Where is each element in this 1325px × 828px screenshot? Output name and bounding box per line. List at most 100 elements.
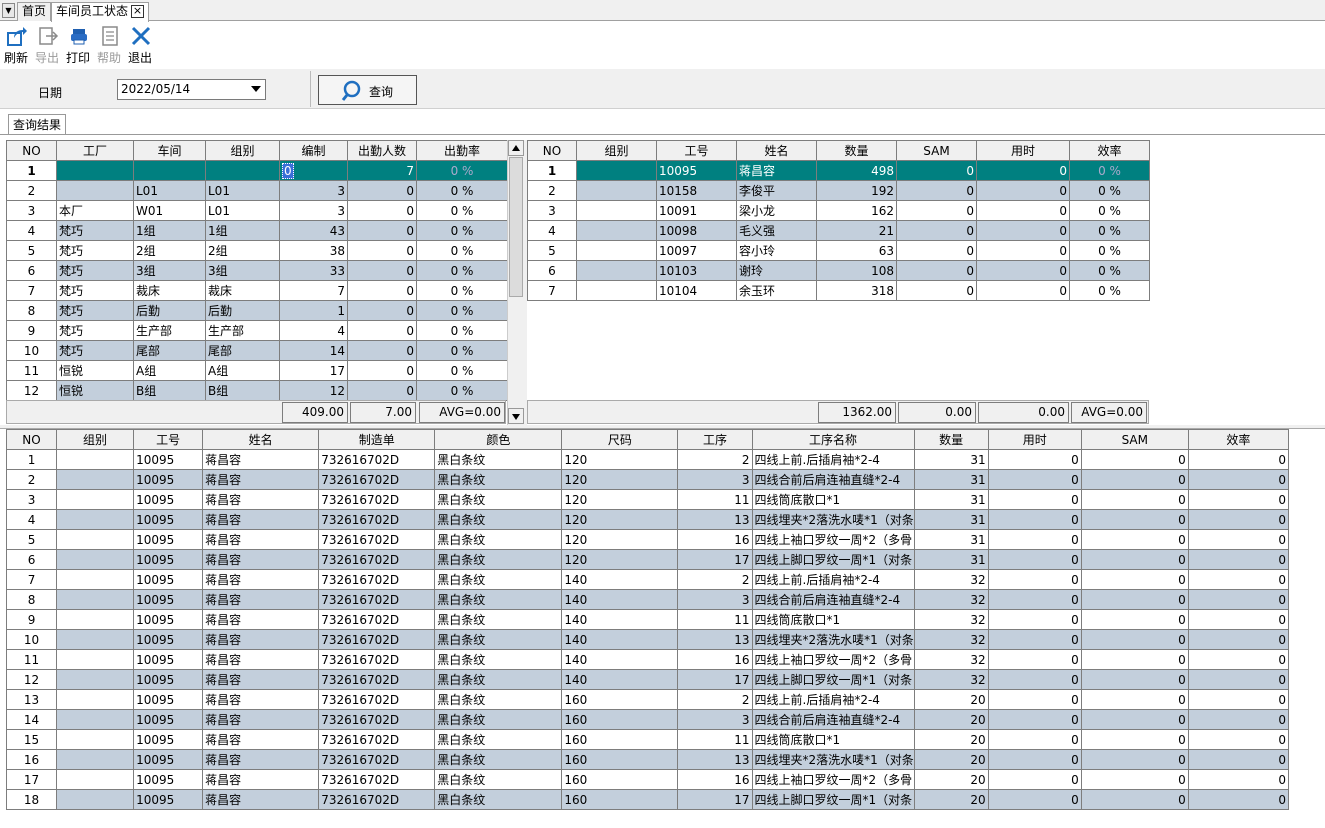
table-cell[interactable]: 恒锐 [56, 360, 134, 381]
column-header[interactable]: 编制 [279, 140, 348, 161]
table-cell[interactable]: 0 [976, 200, 1070, 221]
table-cell[interactable]: 0 [1080, 709, 1189, 730]
table-cell[interactable]: 0 % [416, 340, 508, 361]
table-cell[interactable]: 四线合前后肩连袖直缝*2-4 [751, 589, 915, 610]
table-cell[interactable]: 3 [279, 200, 348, 221]
table-cell[interactable] [56, 469, 135, 490]
table-cell[interactable]: 0 [987, 749, 1082, 770]
table-cell[interactable]: 732616702D [318, 749, 436, 770]
tab-home[interactable]: 首页 [17, 2, 52, 21]
row-number-cell[interactable]: 8 [6, 300, 57, 321]
tab-list-dropdown-icon[interactable]: ▼ [2, 3, 15, 18]
table-cell[interactable]: 10095 [133, 749, 204, 770]
table-cell[interactable]: 后勤 [133, 300, 206, 321]
table-cell[interactable]: 四线埋夹*2落洗水唛*1（对条 [751, 749, 915, 770]
row-number-cell[interactable]: 9 [5, 609, 58, 630]
row-number-cell[interactable]: 10 [5, 629, 58, 650]
table-cell[interactable]: 120 [561, 469, 679, 490]
table-cell[interactable]: 蒋昌容 [202, 729, 320, 750]
table-cell[interactable]: 0 [347, 300, 417, 321]
table-cell[interactable]: 0 % [416, 240, 508, 261]
table-cell[interactable]: 蒋昌容 [202, 769, 320, 790]
table-cell[interactable]: 裁床 [205, 280, 280, 301]
table-cell[interactable]: 0 % [1069, 280, 1150, 301]
table-cell[interactable]: 0 [1187, 589, 1290, 610]
table-cell[interactable]: 120 [561, 529, 679, 550]
row-number-cell[interactable]: 18 [5, 789, 58, 810]
column-header[interactable]: NO [527, 140, 577, 161]
row-number-cell[interactable]: 3 [527, 200, 577, 221]
row-number-cell[interactable]: 3 [6, 200, 57, 221]
table-cell[interactable]: 43 [279, 220, 348, 241]
table-cell[interactable]: 13 [677, 509, 753, 530]
table-cell[interactable]: 梵巧 [56, 220, 134, 241]
table-cell[interactable] [133, 160, 206, 181]
table-cell[interactable]: 32 [913, 609, 989, 630]
table-cell[interactable]: 0 [1187, 609, 1290, 630]
table-row[interactable]: 4 10095 蒋昌容 732616702D 黑白条纹 120 13 四线埋夹*2落洗水唛*1… [5, 509, 1290, 530]
table-cell[interactable]: 2 [677, 449, 753, 470]
table-cell[interactable] [56, 449, 135, 470]
tab-query-results[interactable]: 查询结果 [8, 114, 67, 135]
table-cell[interactable]: 10095 [133, 609, 204, 630]
table-cell[interactable]: 16 [677, 769, 753, 790]
table-cell[interactable]: 0 [1080, 749, 1189, 770]
table-cell[interactable]: 732616702D [318, 729, 436, 750]
table-cell[interactable]: 16 [677, 649, 753, 670]
table-cell[interactable]: 0 [1187, 649, 1290, 670]
column-header[interactable]: 工号 [133, 429, 204, 450]
table-cell[interactable]: 10095 [133, 549, 204, 570]
table-cell[interactable]: 2 [677, 689, 753, 710]
table-cell[interactable]: 32 [913, 629, 989, 650]
table-cell[interactable]: 0 % [416, 200, 508, 221]
table-cell[interactable]: 16 [677, 529, 753, 550]
table-cell[interactable] [56, 689, 135, 710]
table-cell[interactable]: 四线合前后肩连袖直缝*2-4 [751, 709, 915, 730]
table-cell[interactable]: 3 [677, 709, 753, 730]
table-cell[interactable]: 192 [816, 180, 897, 201]
column-header[interactable]: NO [5, 429, 58, 450]
table-cell[interactable]: 梵巧 [56, 240, 134, 261]
row-number-cell[interactable]: 3 [5, 489, 58, 510]
table-row[interactable]: 1 10095 蒋昌容 498 0 0 0 % [527, 160, 1150, 181]
table-cell[interactable]: 四线筒底散口*1 [751, 609, 915, 630]
row-number-cell[interactable]: 6 [6, 260, 57, 281]
table-cell[interactable]: 蒋昌容 [202, 609, 320, 630]
chevron-down-icon[interactable] [251, 86, 261, 92]
table-cell[interactable]: 10095 [133, 489, 204, 510]
table-cell[interactable]: 0 [987, 789, 1082, 810]
table-cell[interactable]: 11 [677, 489, 753, 510]
table-row[interactable]: 14 10095 蒋昌容 732616702D 黑白条纹 160 3 四线合前后肩连袖直缝*2… [5, 709, 1290, 730]
table-cell[interactable]: 0 % [416, 160, 508, 181]
column-header[interactable]: 组别 [205, 140, 280, 161]
column-header[interactable]: 工厂 [56, 140, 134, 161]
table-cell[interactable]: A组 [205, 360, 280, 381]
table-cell[interactable]: 732616702D [318, 629, 436, 650]
table-cell[interactable]: 生产部 [205, 320, 280, 341]
table-cell[interactable]: 0 [987, 709, 1082, 730]
row-number-cell[interactable]: 14 [5, 709, 58, 730]
table-cell[interactable]: 0 [896, 280, 977, 301]
row-number-cell[interactable]: 5 [527, 240, 577, 261]
table-cell[interactable]: 0 [896, 200, 977, 221]
table-cell[interactable]: 0 [896, 260, 977, 281]
table-cell[interactable] [576, 220, 657, 241]
table-cell[interactable]: 蒋昌容 [202, 649, 320, 670]
table-cell[interactable]: 蒋昌容 [202, 509, 320, 530]
table-cell[interactable]: 10097 [656, 240, 737, 261]
table-cell[interactable]: 10103 [656, 260, 737, 281]
refresh-button[interactable]: 刷新 [1, 22, 31, 68]
table-cell[interactable]: 0 [976, 220, 1070, 241]
table-cell[interactable]: 10095 [133, 629, 204, 650]
table-row[interactable]: 6 10095 蒋昌容 732616702D 黑白条纹 120 17 四线上脚口罗纹一周*1（… [5, 549, 1290, 570]
table-cell[interactable]: 四线上袖口罗纹一周*2（多骨 [751, 769, 915, 790]
table-cell[interactable]: 蒋昌容 [736, 160, 817, 181]
table-cell[interactable] [56, 749, 135, 770]
row-number-cell[interactable]: 1 [527, 160, 577, 181]
column-header[interactable]: 效率 [1187, 429, 1290, 450]
table-cell[interactable]: 732616702D [318, 489, 436, 510]
table-cell[interactable]: 732616702D [318, 649, 436, 670]
table-cell[interactable]: 黑白条纹 [434, 569, 563, 590]
table-cell[interactable]: 四线上脚口罗纹一周*1（对条 [751, 669, 915, 690]
table-cell[interactable]: 17 [677, 549, 753, 570]
